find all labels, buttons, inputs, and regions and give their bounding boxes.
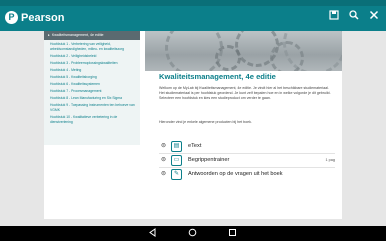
sidebar-header[interactable]: ▸ Kwaliteitsmanagement, 4e editie [44, 31, 140, 40]
resource-etext[interactable]: ⊜ ▤ eText [159, 141, 335, 153]
chapter-link[interactable]: Hoofdstuk 5 - Kwaliteitsborging [50, 75, 136, 80]
chapter-link[interactable]: Hoofdstuk 4 - Meting [50, 68, 136, 73]
resource-label: eText [188, 143, 202, 149]
chapter-link[interactable]: Hoofdstuk 9 - Toepassing instrumenten te… [50, 103, 136, 112]
chapter-link[interactable]: Hoofdstuk 2 - Veiligheidsbeleid [50, 54, 136, 59]
system-nav-bar [0, 226, 386, 241]
link-icon: ⊜ [160, 171, 167, 177]
chapter-link[interactable]: Hoofdstuk 6 - Kwaliteitssystemen [50, 82, 136, 87]
resource-begrippentrainer[interactable]: ⊜ ▭ Begrippentrainer 1 pag [159, 155, 335, 167]
app-bar: P Pearson [0, 6, 386, 31]
resource-label: Antwoorden op de vragen uit het boek [188, 171, 283, 177]
chapter-link[interactable]: Hoofdstuk 7 - Procesmanagement [50, 89, 136, 94]
chevron-icon: ▸ [48, 33, 50, 37]
intro-text-secondary: Hieronder vind je enkele algemene produc… [159, 120, 252, 124]
search-icon[interactable] [346, 10, 362, 26]
book-icon: ▤ [171, 141, 182, 152]
link-icon: ⊜ [160, 157, 167, 163]
intro-text: Welkom op de MyLab bij Kwaliteitsmanagem… [159, 86, 331, 100]
document-icon: ✎ [171, 169, 182, 180]
app-bar-actions [326, 10, 382, 26]
chapter-link[interactable]: Hoofdstuk 10 - Kwalitatieve verbetering … [50, 115, 136, 124]
save-icon[interactable] [326, 10, 342, 26]
gear-icon [165, 31, 223, 71]
sidebar-header-label: Kwaliteitsmanagement, 4e editie [51, 33, 104, 37]
pearson-logo[interactable]: P Pearson [5, 11, 64, 24]
close-icon[interactable] [366, 10, 382, 26]
back-icon[interactable] [146, 228, 158, 239]
chapter-sidebar: ▸ Kwaliteitsmanagement, 4e editie Hoofdst… [44, 31, 140, 145]
hero-banner-gears [145, 31, 342, 71]
pearson-logo-text: Pearson [21, 11, 65, 24]
chapter-link[interactable]: Hoofdstuk 1 - Verbetering van veiligheid… [50, 42, 136, 51]
page-title: Kwaliteitsmanagement, 4e editie [159, 72, 276, 81]
chapter-link[interactable]: Hoofdstuk 8 - Lean Manufacturing en Six … [50, 96, 136, 101]
divider [159, 153, 335, 154]
resource-antwoorden[interactable]: ⊜ ✎ Antwoorden op de vragen uit het boek [159, 169, 335, 181]
link-icon: ⊜ [160, 143, 167, 149]
chapter-list: Hoofdstuk 1 - Verbetering van veiligheid… [44, 40, 140, 124]
home-icon[interactable] [186, 228, 198, 239]
resource-label: Begrippentrainer [188, 157, 230, 163]
pearson-logo-mark: P [5, 11, 18, 24]
chapter-link[interactable]: Hoofdstuk 3 - Probleemoplossingskwalitei… [50, 61, 136, 66]
divider [159, 167, 335, 168]
flashcard-icon: ▭ [171, 155, 182, 166]
recents-icon[interactable] [226, 228, 238, 239]
resource-meta: 1 pag [325, 158, 335, 162]
gear-icon [270, 41, 304, 71]
gear-icon [215, 45, 241, 71]
content-panel: ▸ Kwaliteitsmanagement, 4e editie Hoofdst… [44, 31, 342, 219]
